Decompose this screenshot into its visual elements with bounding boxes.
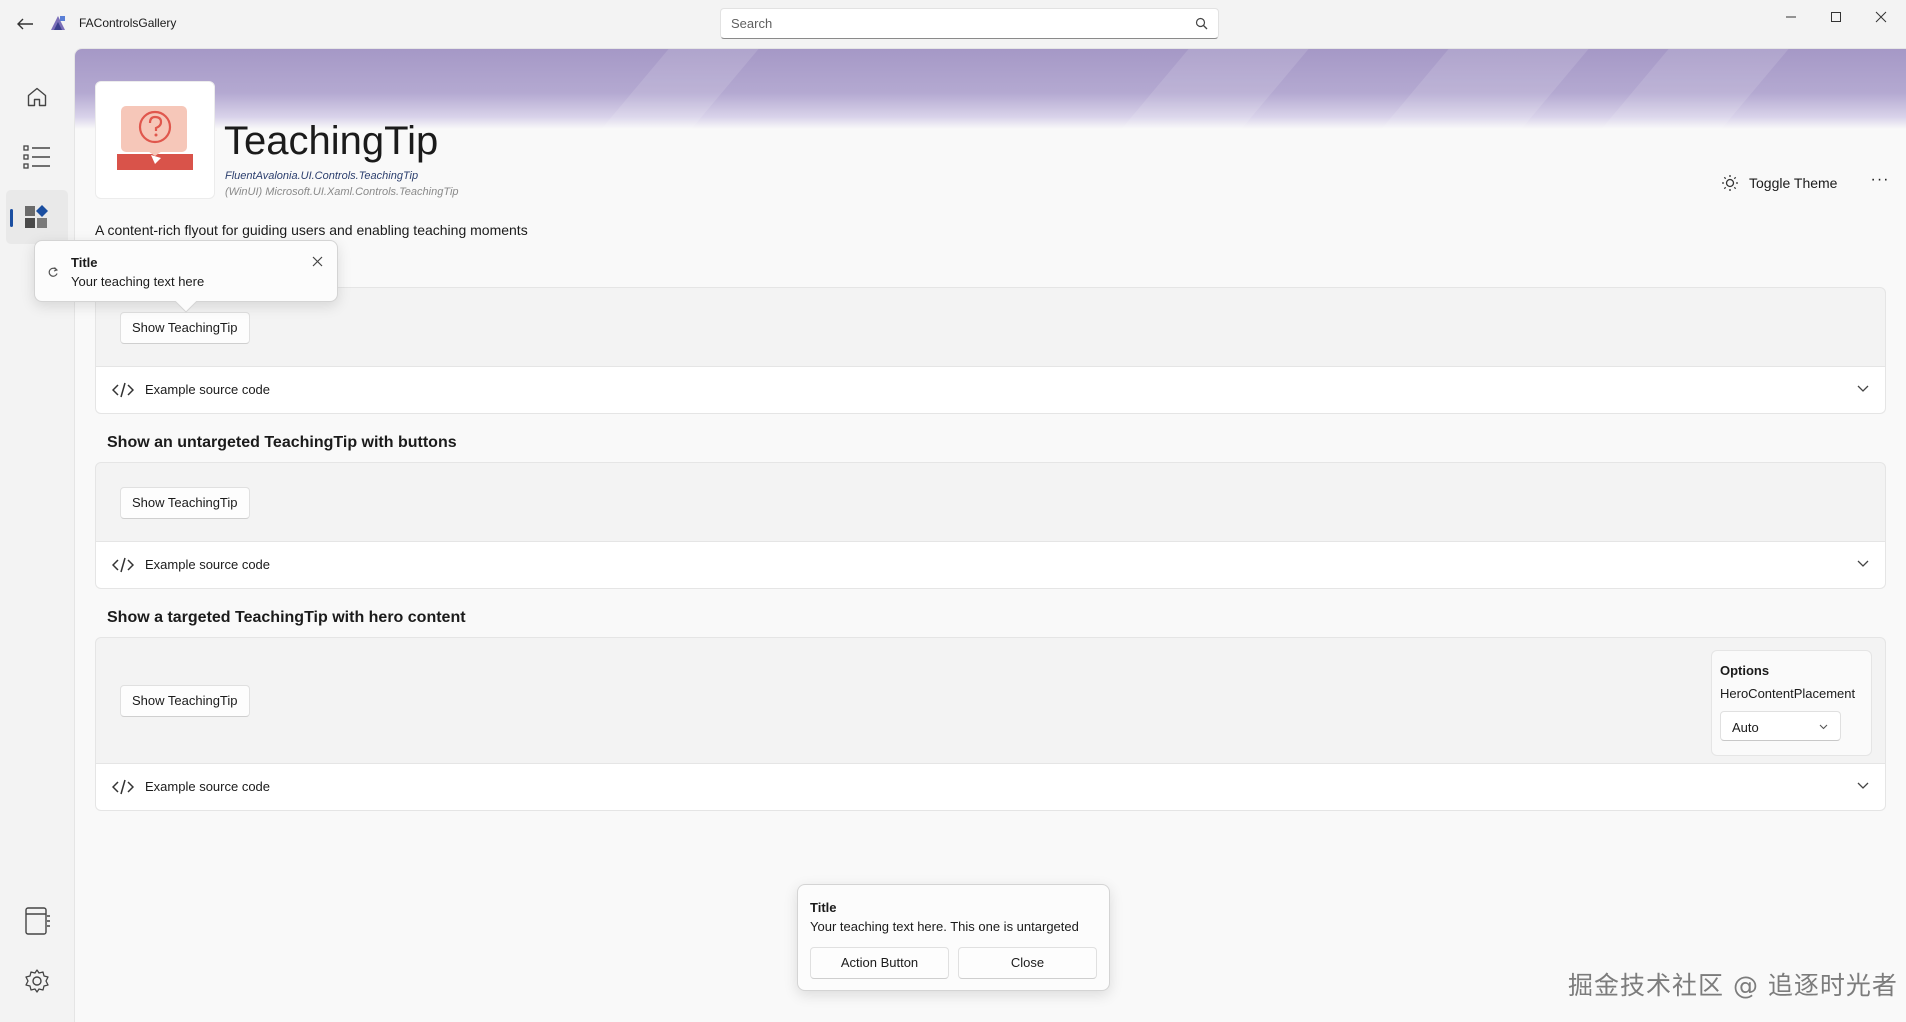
teaching-tip-hero-icon (117, 106, 193, 170)
title-bar: FAControlsGallery (0, 0, 1906, 48)
watermark: 掘金技术社区 @ 追逐时光者 (1568, 971, 1898, 1000)
chevron-down-icon (1819, 724, 1828, 730)
example-card-2: Show TeachingTip (95, 462, 1886, 542)
namespace-label: FluentAvalonia.UI.Controls.TeachingTip (225, 170, 419, 182)
tip-tail (175, 301, 197, 313)
header-banner (75, 49, 1906, 129)
close-icon (1875, 11, 1887, 23)
code-icon (112, 779, 134, 795)
close-window-button[interactable] (1858, 6, 1904, 28)
example-source-expander-1[interactable]: Example source code (95, 367, 1886, 414)
app-logo-icon (48, 13, 68, 33)
chevron-down-icon (1857, 385, 1869, 392)
tip-close-button[interactable] (307, 251, 327, 271)
chevron-down-icon (1857, 782, 1869, 789)
section-heading-untargeted: Show an untargeted TeachingTip with butt… (107, 434, 457, 451)
notebook-icon (25, 907, 50, 935)
content-area: TeachingTip FluentAvalonia.UI.Controls.T… (74, 48, 1906, 1022)
app-title: FAControlsGallery (79, 16, 177, 30)
code-icon (112, 382, 134, 398)
hero-placement-label: HeroContentPlacement (1720, 686, 1856, 701)
search-box[interactable] (720, 8, 1219, 39)
close-icon (312, 256, 322, 266)
refresh-icon (48, 267, 59, 277)
toggle-theme-label: Toggle Theme (1749, 175, 1838, 191)
nav-item-all-controls[interactable] (6, 130, 68, 184)
control-hero-image (95, 81, 215, 199)
code-icon (112, 557, 134, 573)
tip-text: Your teaching text here (71, 274, 205, 289)
maximize-icon (1831, 12, 1841, 22)
show-teaching-tip-button-3[interactable]: Show TeachingTip (120, 685, 250, 717)
arrow-left-icon (17, 18, 33, 30)
nav-item-controls[interactable] (6, 190, 68, 244)
example-card-1: Show TeachingTip (95, 287, 1886, 367)
more-options-button[interactable]: ··· (1866, 169, 1894, 197)
source-label: Example source code (145, 557, 271, 572)
maximize-button[interactable] (1813, 6, 1859, 28)
source-label: Example source code (145, 382, 271, 397)
home-icon (27, 87, 47, 107)
example-card-3: Show TeachingTip (95, 637, 1886, 764)
options-panel: Options HeroContentPlacement Auto (1711, 650, 1872, 756)
search-icon[interactable] (1195, 17, 1208, 30)
list-icon (23, 145, 50, 169)
section-heading-hero: Show a targeted TeachingTip with hero co… (107, 609, 466, 626)
controls-icon (25, 205, 48, 228)
nav-item-settings[interactable] (6, 954, 68, 1008)
combobox-value: Auto (1732, 720, 1759, 735)
page-description: A content-rich flyout for guiding users … (95, 222, 528, 238)
tip-title: Title (810, 900, 837, 915)
action-button[interactable]: Action Button (810, 947, 949, 979)
toggle-theme-button[interactable]: Toggle Theme (1721, 169, 1837, 197)
selection-indicator (10, 209, 13, 227)
nav-item-home[interactable] (6, 70, 68, 124)
tip-close-button[interactable]: Close (958, 947, 1097, 979)
tip-title: Title (71, 255, 98, 270)
teaching-tip-targeted: Title Your teaching text here (34, 240, 338, 313)
show-teaching-tip-button-2[interactable]: Show TeachingTip (120, 487, 250, 519)
sun-icon (1722, 175, 1738, 191)
options-title: Options (1720, 663, 1770, 678)
search-input[interactable] (721, 9, 1161, 38)
show-teaching-tip-button-1[interactable]: Show TeachingTip (120, 312, 250, 344)
gear-icon (25, 969, 49, 993)
minimize-button[interactable] (1768, 6, 1814, 28)
hero-placement-combobox[interactable]: Auto (1720, 711, 1841, 741)
navigation-rail (0, 48, 74, 1022)
teaching-tip-untargeted: Title Your teaching text here. This one … (797, 884, 1110, 991)
example-source-expander-3[interactable]: Example source code (95, 764, 1886, 811)
tip-text: Your teaching text here. This one is unt… (810, 919, 1079, 934)
chevron-down-icon (1857, 560, 1869, 567)
source-label: Example source code (145, 779, 271, 794)
nav-item-notebook[interactable] (6, 894, 68, 948)
minimize-icon (1786, 16, 1796, 18)
back-button[interactable] (14, 14, 36, 34)
example-source-expander-2[interactable]: Example source code (95, 542, 1886, 589)
winui-namespace-label: (WinUI) Microsoft.UI.Xaml.Controls.Teach… (225, 186, 459, 198)
page-title: TeachingTip (224, 119, 439, 163)
